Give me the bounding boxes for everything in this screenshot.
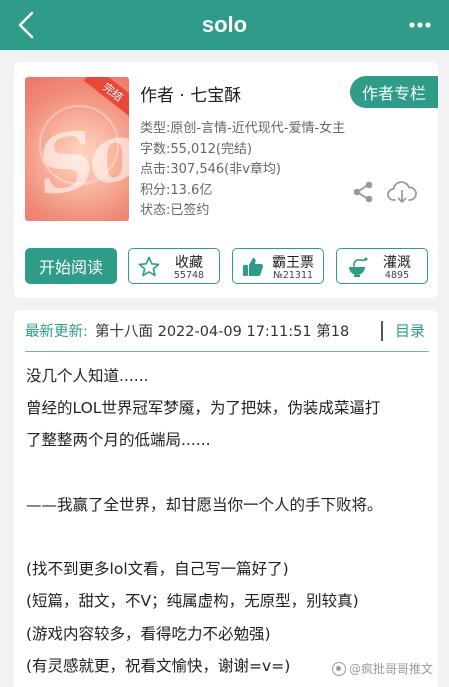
synopsis-line: [26, 521, 430, 553]
meta-word-count: 字数:55,012(完结): [140, 141, 253, 157]
author-name[interactable]: 作者 · 七宝酥: [140, 81, 241, 106]
meta-status: 状态:已签约: [140, 203, 210, 218]
book-info-card: Solo 完结 作者 · 七宝酥 作者专栏 类型:原创-言情-近代现代-爱情-女…: [14, 62, 438, 298]
synopsis-line: (找不到更多lol文看，自己写一篇好了): [26, 560, 289, 579]
watermark: @疯批哥哥推文: [332, 660, 433, 677]
download-button[interactable]: [387, 179, 417, 205]
share-button[interactable]: [351, 180, 375, 204]
synopsis-line: 没几个人知道......: [26, 367, 149, 385]
page-title: solo: [201, 12, 248, 37]
synopsis-card: 最新更新: 第十八面 2022-04-09 17:11:51 第18 目录 没几…: [14, 310, 438, 687]
book-cover[interactable]: Solo 完结: [25, 77, 129, 221]
synopsis-line: 了整整两个月的低端局......: [26, 431, 211, 450]
synopsis-line: ——我赢了全世界，却甘愿当你一个人的手下败将。: [26, 495, 383, 514]
watermark-logo-icon: [332, 661, 346, 676]
overlord-ticket-label: 霸王票: [272, 255, 314, 271]
latest-update-label: 最新更新:: [25, 324, 88, 340]
watermark-text: @疯批哥哥推文: [349, 662, 434, 676]
water-count: 4895: [384, 270, 410, 281]
cloud-download-icon: [387, 181, 417, 203]
water-label: 灌溉: [383, 255, 411, 271]
meta-genre: 类型:原创-言情-近代现代-爱情-女主: [140, 121, 346, 136]
divider: [25, 351, 429, 352]
water-button[interactable]: 灌溉 4895: [336, 248, 428, 284]
favorite-label: 收藏: [175, 255, 203, 271]
favorite-count: 55748: [173, 270, 205, 281]
latest-update-row[interactable]: 最新更新: 第十八面 2022-04-09 17:11:51 第18 目录: [25, 320, 429, 344]
more-dots-icon: [409, 22, 431, 28]
start-reading-button[interactable]: 开始阅读: [25, 248, 117, 284]
synopsis-line: [26, 457, 430, 489]
meta-score: 积分:13.6亿: [140, 182, 213, 198]
meta-clicks: 点击:307,546(非ⅴ章均): [140, 162, 281, 177]
favorite-button[interactable]: 收藏 55748: [128, 248, 220, 284]
separator: [381, 321, 383, 341]
share-icon: [353, 181, 373, 203]
latest-update-text[interactable]: 第十八面 2022-04-09 17:11:51 第18: [95, 320, 361, 341]
thumbs-up-icon: [243, 258, 263, 276]
overlord-ticket-button[interactable]: 霸王票 №21311: [232, 248, 324, 284]
catalog-link[interactable]: 目录: [395, 320, 425, 341]
chevron-left-icon: [18, 11, 34, 39]
overlord-ticket-count: №21311: [272, 270, 314, 281]
synopsis-line: 曾经的LOL世界冠军梦魇，为了把妹，伪装成菜逼打: [26, 399, 381, 418]
more-options-button[interactable]: [405, 12, 435, 38]
star-icon: [138, 256, 160, 277]
back-button[interactable]: [10, 9, 42, 41]
book-meta-list: 类型:原创-言情-近代现代-爱情-女主 字数:55,012(完结) 点击:307…: [140, 119, 345, 222]
author-column-button[interactable]: 作者专栏: [350, 76, 438, 108]
synopsis-line: (短篇，甜文，不V；纯属虚构，无原型，别较真): [26, 592, 359, 611]
synopsis-line: (游戏内容较多，看得吃力不必勉强): [26, 624, 271, 643]
book-action-row: 开始阅读 收藏 55748 霸王票 №21311 灌溉 4895: [25, 248, 431, 286]
synopsis-text: 没几个人知道...... 曾经的LOL世界冠军梦魇，为了把妹，伪装成菜逼打 了整…: [26, 360, 430, 682]
top-bar: solo: [0, 0, 449, 50]
watering-can-icon: [349, 257, 368, 277]
